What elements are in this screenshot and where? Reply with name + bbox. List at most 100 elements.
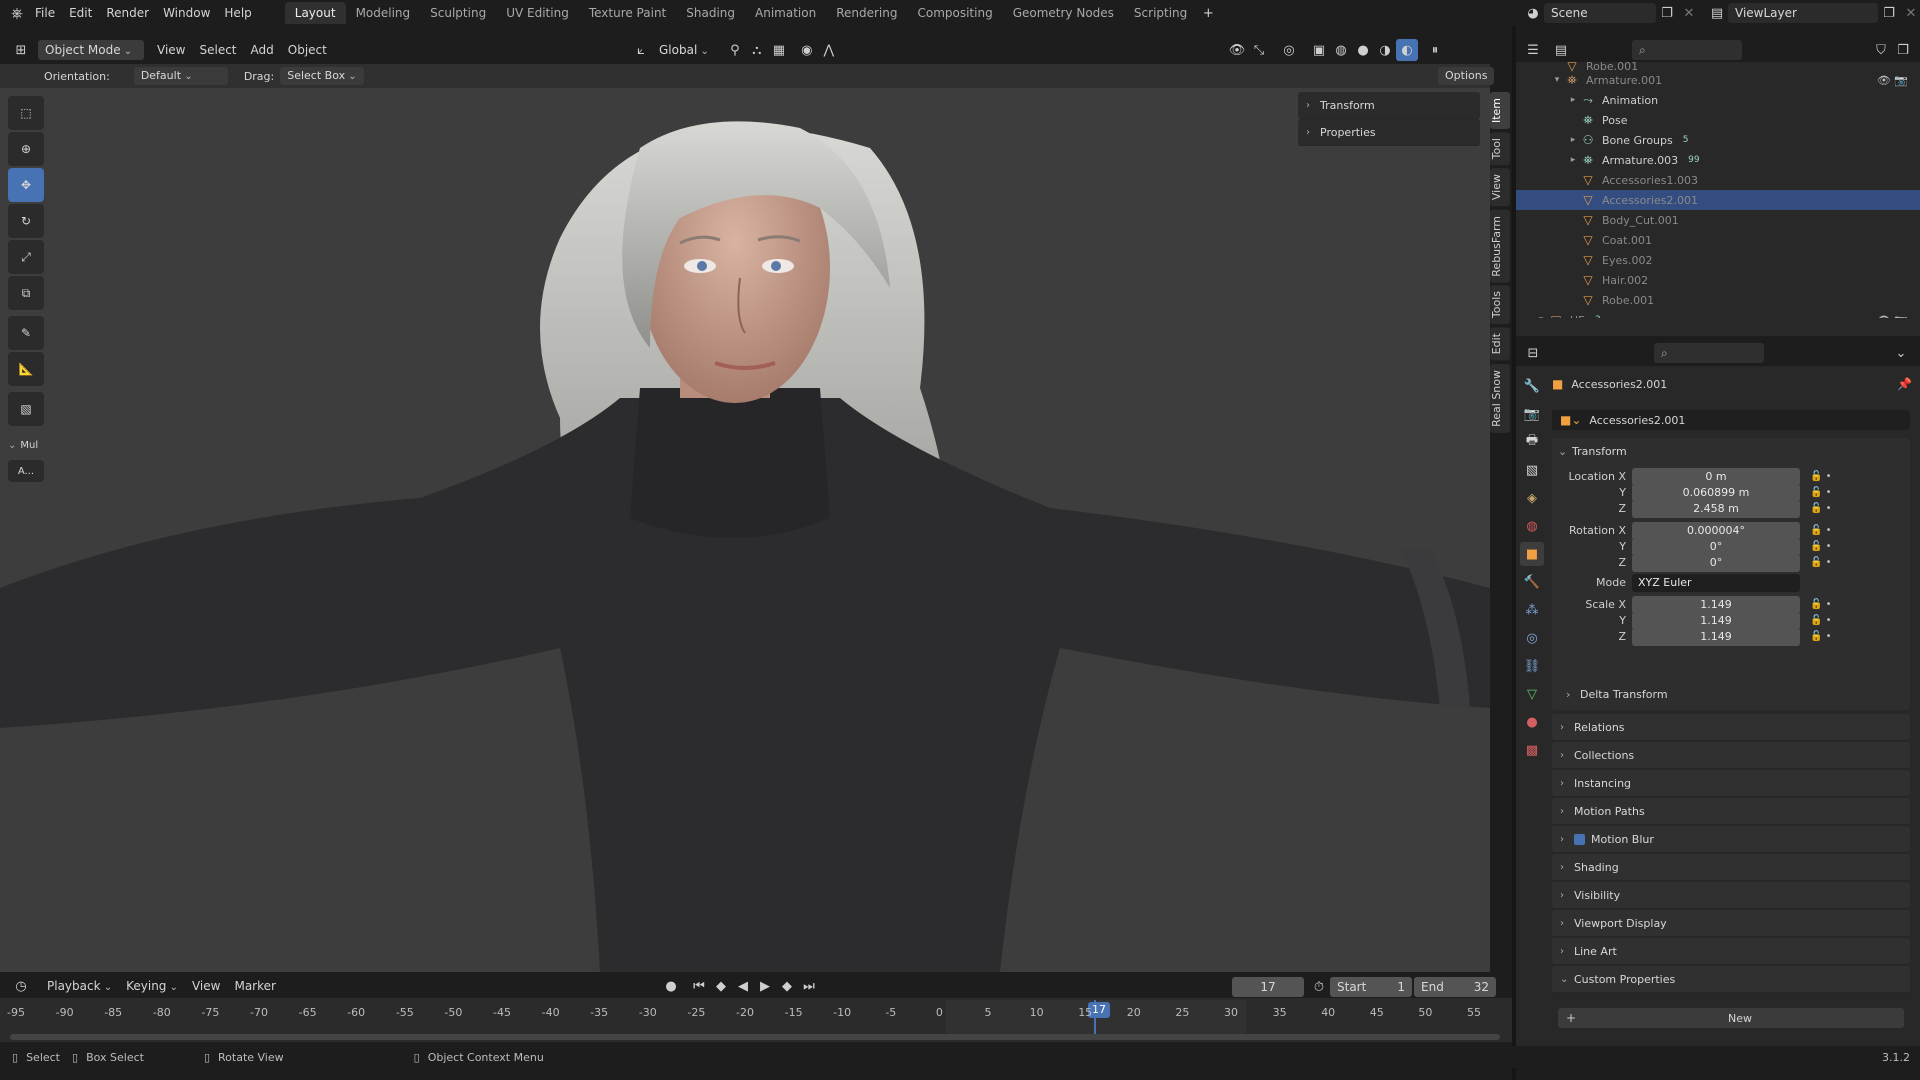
end-frame-field[interactable]: End 32 [1414, 977, 1496, 997]
scale-tool-icon[interactable]: ⤢ [8, 240, 44, 274]
transform-value-field[interactable]: 0° [1632, 554, 1800, 572]
new-scene-icon[interactable]: ❐ [1656, 2, 1678, 24]
delta-transform-subpanel[interactable]: › Delta Transform [1566, 688, 1668, 701]
outliner-search-input[interactable]: ⌕ [1632, 40, 1742, 60]
properties-search-input[interactable]: ⌕ [1654, 343, 1764, 363]
transform-value-field[interactable]: 1.149 [1632, 628, 1800, 646]
play-icon[interactable]: ▶ [754, 975, 776, 997]
outliner-item[interactable]: ▾▤ UE 2 👁 📷 [1516, 310, 1920, 318]
tab-rebusfarm[interactable]: RebusFarm [1490, 209, 1510, 283]
outliner-item[interactable]: ▽ Body_Cut.001 [1516, 210, 1920, 230]
orientation-dropdown[interactable]: Default [133, 67, 228, 85]
tab-geometry-nodes[interactable]: Geometry Nodes [1003, 2, 1124, 24]
outliner-item[interactable]: ▾ ⛯ Armature.001 👁 📷 [1516, 70, 1920, 90]
particles-tab-icon[interactable]: ⁂ [1520, 598, 1544, 622]
visibility-toggle-icon[interactable]: 👁 📷 [1877, 314, 1908, 319]
disclosure-triangle-icon[interactable]: ▸ [1566, 95, 1580, 105]
timeline-menu-keying[interactable]: Keying [119, 975, 185, 997]
panel-custom-properties[interactable]: ⌄ Custom Properties [1552, 966, 1910, 993]
transform-tool-icon[interactable]: ⧉ [8, 276, 44, 310]
view-layer-name-field[interactable]: ViewLayer [1728, 3, 1878, 23]
display-mode-icon[interactable]: ▤ [1550, 39, 1572, 61]
panel-motion-blur[interactable]: › Motion Blur [1552, 826, 1910, 853]
select-box-tool-icon[interactable]: ⬚ [8, 96, 44, 130]
delete-scene-icon[interactable]: ✕ [1678, 2, 1700, 24]
new-view-layer-icon[interactable]: ❐ [1878, 2, 1900, 24]
material-shading-icon[interactable]: ◑ [1374, 39, 1396, 61]
transform-panel-header[interactable]: ⌄ Transform [1552, 438, 1910, 464]
world-tab-icon[interactable]: ◍ [1520, 514, 1544, 538]
current-frame-field[interactable]: 17 [1232, 977, 1304, 997]
jump-start-icon[interactable]: ⏮ [688, 975, 710, 997]
tool-tab-icon[interactable]: 🔧 [1520, 374, 1544, 398]
tab-rendering[interactable]: Rendering [826, 2, 907, 24]
jump-end-icon[interactable]: ⏭ [798, 975, 820, 997]
filter-icon[interactable]: ⛉ [1870, 39, 1892, 61]
scene-tab-icon[interactable]: ◈ [1520, 486, 1544, 510]
tab-texture-paint[interactable]: Texture Paint [579, 2, 676, 24]
xray-icon[interactable]: ▣ [1308, 39, 1330, 61]
n-panel-properties[interactable]: › Properties [1298, 119, 1480, 146]
lock-icon[interactable]: 🔓 • [1810, 554, 1832, 572]
tab-scripting[interactable]: Scripting [1124, 2, 1197, 24]
properties-editor-icon[interactable]: ⊟ [1522, 342, 1544, 364]
object-tab-icon[interactable]: ■ [1520, 542, 1544, 566]
outliner-editor-icon[interactable]: ☰ [1522, 39, 1544, 61]
menu-window[interactable]: Window [156, 2, 217, 24]
options-dropdown[interactable]: Options [1438, 67, 1495, 85]
chevron-down-icon[interactable]: ⌄ [1890, 342, 1912, 364]
transform-value-field[interactable]: 2.458 m [1632, 500, 1800, 518]
tab-compositing[interactable]: Compositing [907, 2, 1002, 24]
tab-shading[interactable]: Shading [676, 2, 745, 24]
lock-icon[interactable]: 🔓 • [1810, 628, 1832, 646]
modifier-tab-icon[interactable]: 🔨 [1520, 570, 1544, 594]
outliner-item[interactable]: ▽ Eyes.002 [1516, 250, 1920, 270]
next-keyframe-icon[interactable]: ◆ [776, 975, 798, 997]
timeline-menu-view[interactable]: View [185, 975, 227, 997]
snap-grid-icon[interactable]: ▦ [768, 39, 790, 61]
tab-view[interactable]: View [1490, 168, 1510, 207]
menu-edit[interactable]: Edit [62, 2, 99, 24]
annotate-tool-icon[interactable]: ✎ [8, 316, 44, 350]
editor-type-icon[interactable]: ⊞ [10, 39, 32, 61]
panel-motion-paths[interactable]: › Motion Paths [1552, 798, 1910, 825]
n-panel-transform[interactable]: › Transform [1298, 92, 1480, 119]
panel-visibility[interactable]: › Visibility [1552, 882, 1910, 909]
viewport-menu-select[interactable]: Select [192, 39, 243, 61]
overlay-icon[interactable]: ◎ [1278, 39, 1300, 61]
constraints-tab-icon[interactable]: ⛓ [1520, 654, 1544, 678]
record-icon[interactable]: ● [660, 975, 682, 997]
disclosure-triangle-icon[interactable]: ▸ [1566, 155, 1580, 165]
tab-sculpting[interactable]: Sculpting [420, 2, 496, 24]
tab-real-snow[interactable]: Real Snow [1490, 363, 1510, 433]
orientation-icon[interactable]: ⟀ [630, 39, 652, 61]
transform-orientation-dropdown[interactable]: Global [652, 40, 716, 60]
view-layer-tab-icon[interactable]: ▧ [1520, 458, 1544, 482]
prev-keyframe-icon[interactable]: ◆ [710, 975, 732, 997]
add-workspace-icon[interactable]: + [1197, 2, 1219, 24]
panel-instancing[interactable]: › Instancing [1552, 770, 1910, 797]
wireframe-shading-icon[interactable]: ◍ [1330, 39, 1352, 61]
snap-icon[interactable]: ⛬ [746, 39, 768, 61]
tab-edit[interactable]: Edit [1490, 327, 1510, 361]
viewport-menu-add[interactable]: Add [244, 39, 281, 61]
rotate-tool-icon[interactable]: ↻ [8, 204, 44, 238]
outliner-item[interactable]: ▽ Hair.002 [1516, 270, 1920, 290]
tab-uv-editing[interactable]: UV Editing [496, 2, 579, 24]
rotation-mode-dropdown[interactable]: XYZ Euler [1632, 574, 1800, 592]
panel-shading[interactable]: › Shading [1552, 854, 1910, 881]
scene-icon[interactable]: ◕ [1522, 2, 1544, 24]
physics-tab-icon[interactable]: ◎ [1520, 626, 1544, 650]
blender-logo-icon[interactable]: ⎈ [6, 2, 28, 24]
texture-tab-icon[interactable]: ▩ [1520, 738, 1544, 762]
data-tab-icon[interactable]: ▽ [1520, 682, 1544, 706]
tab-tools[interactable]: Tools [1490, 285, 1510, 325]
solid-shading-icon[interactable]: ● [1352, 39, 1374, 61]
pause-icon[interactable]: ⏸ [1424, 39, 1446, 61]
viewport-menu-object[interactable]: Object [281, 39, 334, 61]
new-custom-property-button[interactable]: + New [1558, 1008, 1904, 1028]
drag-dropdown[interactable]: Select Box [280, 67, 364, 85]
pin-icon[interactable]: 📌 [1897, 377, 1912, 391]
new-collection-icon[interactable]: ❐ [1892, 39, 1914, 61]
menu-file[interactable]: File [28, 2, 62, 24]
